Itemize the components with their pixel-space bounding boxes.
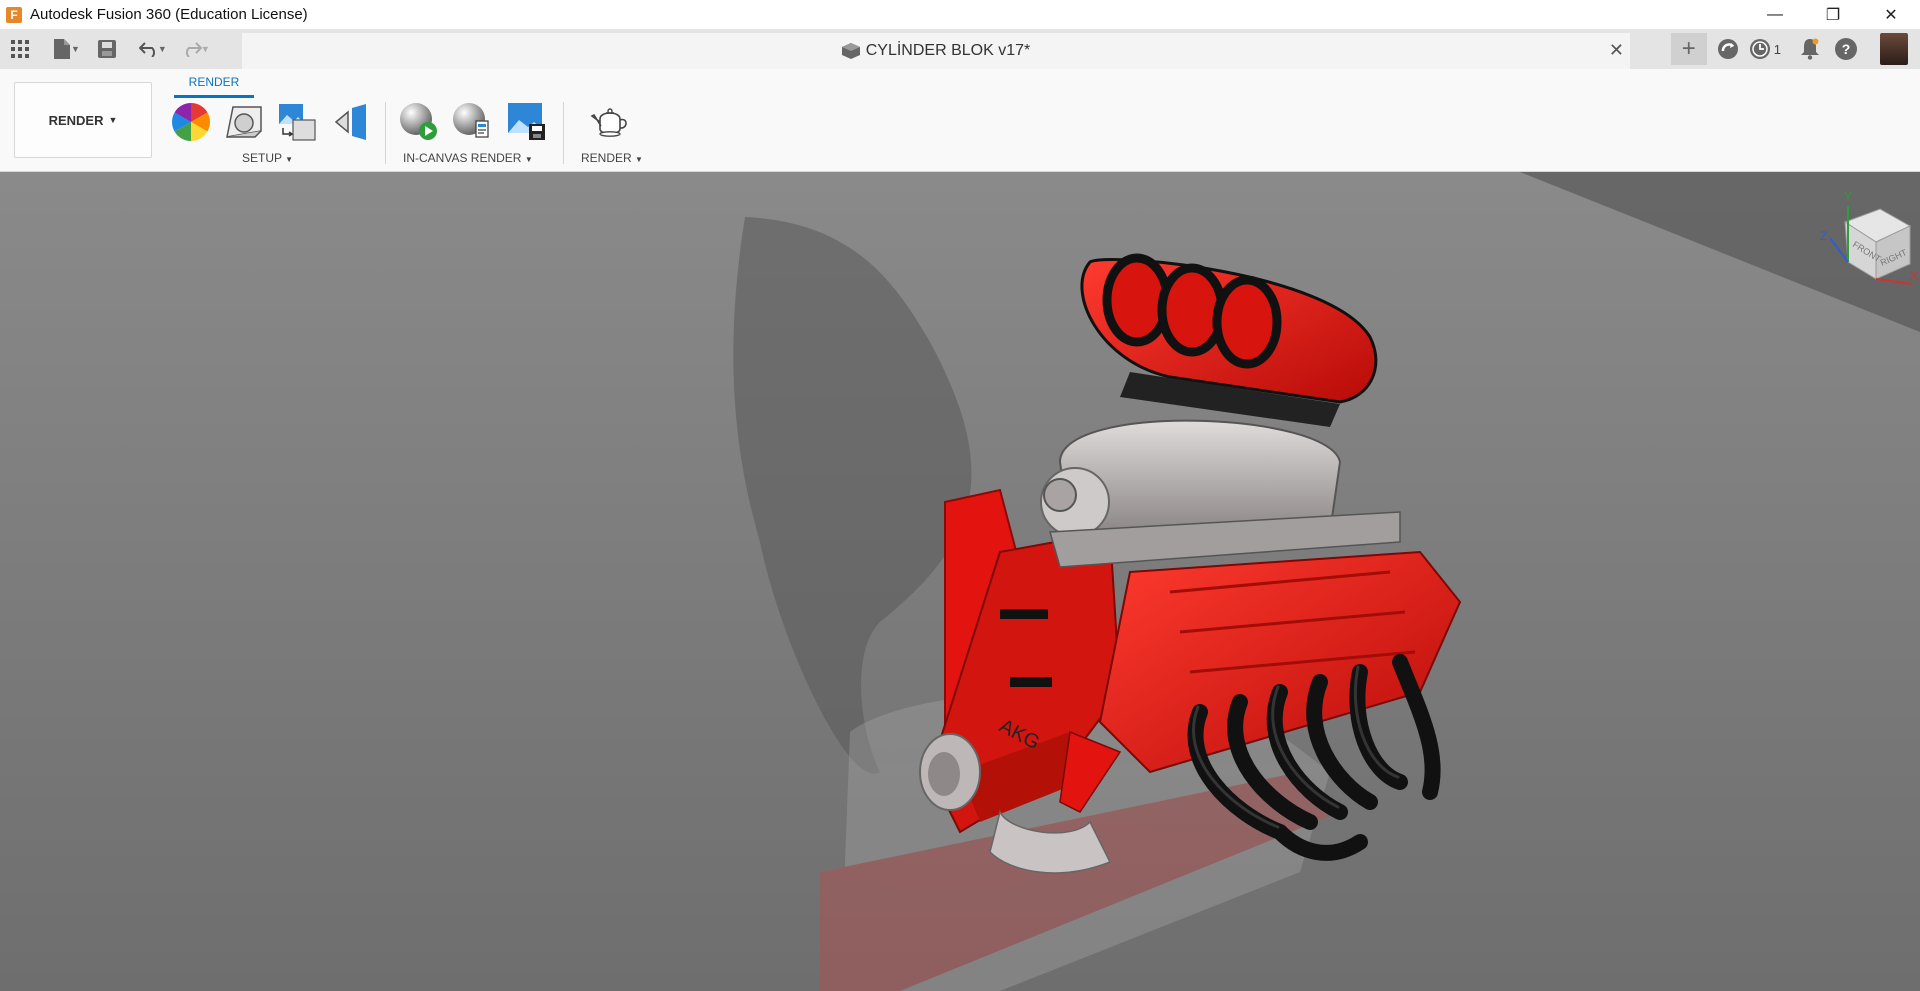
- fusion-app-icon: F: [6, 6, 22, 23]
- capture-image-icon: [508, 103, 545, 140]
- undo-history-chevron-icon[interactable]: ▼: [158, 44, 167, 54]
- tab-render[interactable]: RENDER: [174, 75, 254, 89]
- document-title: CYLİNDER BLOK v17*: [865, 42, 1031, 59]
- render-tool[interactable]: [590, 101, 632, 143]
- document-cube-icon: [841, 43, 860, 59]
- workspace-switcher-button[interactable]: RENDER ▼: [14, 82, 152, 158]
- job-count: 1: [1773, 41, 1781, 57]
- axis-x-label: X: [1910, 269, 1918, 283]
- axis-z-label: Z: [1820, 229, 1827, 243]
- quick-access-toolbar: ▼ ▼ ▼: [0, 29, 216, 69]
- new-tab-button[interactable]: +: [1670, 33, 1707, 65]
- job-status[interactable]: 1: [1749, 33, 1781, 65]
- ribbon-toolbar: RENDER ▼ RENDER SETUP ▼ IN-CANVAS RENDER…: [0, 69, 1920, 172]
- toolbar-separator: [563, 102, 564, 164]
- data-panel-grid-icon[interactable]: [5, 34, 35, 64]
- clock-icon: [1749, 39, 1770, 59]
- redo-history-chevron-icon[interactable]: ▼: [201, 44, 210, 54]
- decal-icon: [334, 104, 366, 140]
- workspace-chevron-icon: ▼: [108, 115, 118, 125]
- minimize-button[interactable]: —: [1746, 0, 1804, 29]
- setup-group-label[interactable]: SETUP ▼: [242, 151, 293, 165]
- help-icon[interactable]: ?: [1835, 33, 1857, 65]
- active-tab-indicator: [174, 95, 254, 98]
- axis-y-label: Y: [1844, 189, 1852, 203]
- texture-map-controls-tool[interactable]: [276, 101, 318, 143]
- color-wheel-icon: [172, 103, 210, 141]
- in-canvas-render-tool[interactable]: [398, 101, 440, 143]
- extensions-icon[interactable]: [1717, 33, 1739, 65]
- header-right-tools: + 1 ?: [1666, 29, 1920, 69]
- restore-button[interactable]: ❐: [1804, 0, 1862, 29]
- document-tab[interactable]: CYLİNDER BLOK v17* ✕: [242, 33, 1630, 69]
- appearance-tool[interactable]: [170, 101, 212, 143]
- app-title: Autodesk Fusion 360 (Education License): [30, 6, 308, 23]
- title-bar: F Autodesk Fusion 360 (Education License…: [0, 0, 1920, 29]
- scene-settings-icon: [226, 106, 262, 138]
- notifications-bell-icon[interactable]: [1800, 33, 1820, 65]
- render-settings-icon: [453, 103, 489, 138]
- texture-map-icon: [279, 104, 316, 141]
- viewport-scene: AKG: [0, 172, 1920, 991]
- save-icon[interactable]: [92, 34, 122, 64]
- render-viewport[interactable]: AKG FRONT RIGHT Y Z X: [0, 172, 1920, 991]
- teapot-icon: [590, 108, 627, 137]
- workspace-label: RENDER: [48, 112, 104, 128]
- tab-bar: ▼ ▼ ▼ CYLİNDER BLOK v17* ✕ + 1 ?: [0, 29, 1920, 69]
- user-avatar[interactable]: [1880, 33, 1908, 65]
- window-controls: — ❐ ✕: [1746, 0, 1920, 29]
- close-window-button[interactable]: ✕: [1862, 0, 1920, 29]
- scene-settings-tool[interactable]: [223, 101, 265, 143]
- capture-image-tool[interactable]: [506, 101, 548, 143]
- decal-tool[interactable]: [331, 101, 373, 143]
- file-menu-chevron-icon[interactable]: ▼: [71, 44, 80, 54]
- close-tab-icon[interactable]: ✕: [1609, 40, 1624, 61]
- render-play-icon: [400, 103, 437, 140]
- in-canvas-render-settings-tool[interactable]: [451, 101, 493, 143]
- in-canvas-render-group-label[interactable]: IN-CANVAS RENDER ▼: [403, 151, 533, 165]
- view-cube[interactable]: FRONT RIGHT Y Z X: [1800, 184, 1920, 294]
- toolbar-separator: [385, 102, 386, 164]
- render-group-label[interactable]: RENDER ▼: [581, 151, 643, 165]
